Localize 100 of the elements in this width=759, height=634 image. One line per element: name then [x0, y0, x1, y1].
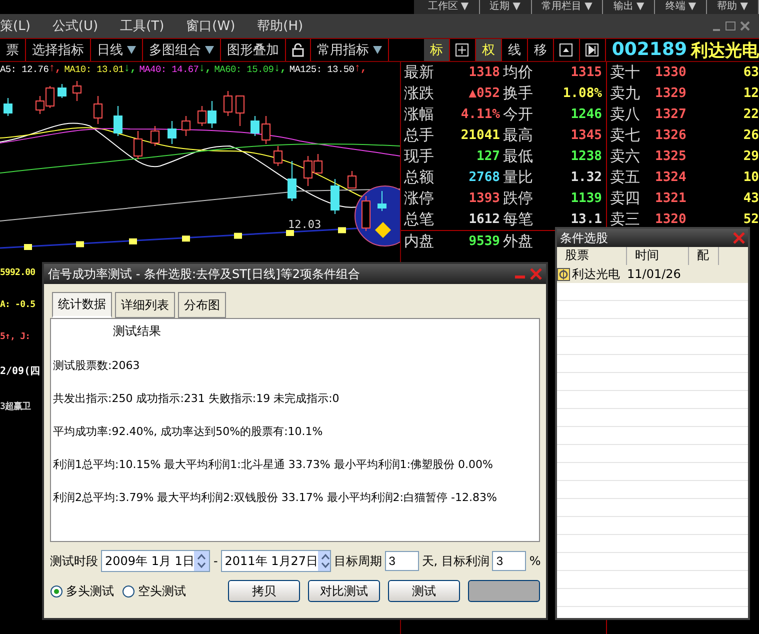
- ma-value: MA60: 15.09: [214, 64, 274, 74]
- quote-label: 换手: [502, 84, 534, 103]
- candlestick: [288, 160, 296, 202]
- quote-value: 21041: [460, 128, 500, 143]
- quote-value: 1238: [570, 149, 602, 164]
- dialog-button[interactable]: 拷贝: [228, 580, 300, 602]
- toolbar-button[interactable]: 选择指标: [26, 39, 91, 61]
- quote-label: 卖六: [609, 147, 641, 166]
- ma-value: A5: 12.76: [0, 64, 49, 74]
- quote-label: 量比: [502, 168, 534, 187]
- chart-label: A: -0.5: [0, 300, 36, 310]
- candlestick: [94, 96, 102, 124]
- quote-value: 1315: [570, 65, 602, 80]
- quote-value: 1246: [570, 107, 602, 122]
- volume-value: 52: [742, 212, 759, 227]
- quote-value: 1326: [655, 128, 688, 143]
- menu-item[interactable]: 帮助(H): [257, 17, 304, 35]
- tab[interactable]: 详细列表: [115, 292, 175, 318]
- result-line: 共发出指示:250 成功指示:231 失败指示:19 未完成指示:0: [53, 391, 340, 406]
- quote-label: 卖五: [609, 168, 641, 187]
- candlestick: [362, 196, 370, 232]
- period-label: 测试时段: [50, 552, 98, 570]
- blank-button[interactable]: [468, 580, 540, 602]
- quote-label: 最低: [502, 147, 534, 166]
- radio-option[interactable]: 空头测试: [122, 582, 186, 600]
- time-cell-text: 11/01/26: [627, 267, 682, 281]
- tab[interactable]: 分布图: [178, 292, 226, 318]
- volume-value: 63: [742, 65, 759, 80]
- next-icon: [585, 43, 600, 57]
- toolbar-button[interactable]: 常用指标: [311, 39, 389, 61]
- volume-value: 12: [742, 86, 759, 101]
- candlestick: [262, 116, 270, 144]
- quote-label: 涨幅: [403, 105, 435, 124]
- window-controls-icon[interactable]: [711, 20, 751, 32]
- profit-input[interactable]: 3: [492, 551, 526, 571]
- spinner-icon[interactable]: [194, 551, 210, 571]
- toolbar-button[interactable]: 图形叠加: [221, 39, 286, 61]
- lock-icon: [292, 43, 304, 57]
- candlestick: [168, 120, 176, 144]
- dialog-button[interactable]: 测试: [388, 580, 460, 602]
- close-icon[interactable]: [530, 268, 542, 280]
- candlestick: [208, 100, 216, 128]
- volume-value: 29: [742, 149, 759, 164]
- menu-item[interactable]: 公式(U): [52, 17, 98, 35]
- quote-value: 1318: [468, 65, 500, 80]
- close-icon[interactable]: [733, 232, 745, 244]
- toolbar-button[interactable]: 日线: [91, 39, 143, 61]
- quote-value: 1.08%: [562, 86, 602, 101]
- trend-arrow: ↓,: [274, 63, 286, 75]
- quote-label: 卖九: [609, 84, 641, 103]
- stock-cell[interactable]: 利达光电: [557, 266, 627, 282]
- date-separator: -: [213, 554, 218, 568]
- quote-value: 4.11%: [460, 107, 500, 122]
- result-line: 测试股票数:2063: [53, 358, 141, 373]
- radio-option[interactable]: 多头测试: [50, 582, 114, 600]
- menu-item[interactable]: 工具(T): [120, 17, 164, 35]
- warning-diamond-icon: [375, 222, 391, 238]
- spinner-icon[interactable]: [318, 551, 330, 571]
- quote-value: 9539: [468, 234, 500, 249]
- caret-icon: [127, 46, 136, 54]
- caret-icon: [373, 46, 382, 54]
- volume-value: 22: [742, 107, 759, 122]
- view-button[interactable]: 权: [476, 39, 502, 61]
- quote-label: 外盘: [502, 232, 534, 251]
- quote-label: 最高: [502, 126, 534, 145]
- ma-value: MA40: 14.67: [139, 64, 199, 74]
- menu-item[interactable]: 窗口(W): [186, 17, 236, 35]
- profit-label: 天, 目标利润: [422, 552, 490, 570]
- quote-label: 涨跌: [403, 84, 435, 103]
- dialog-button[interactable]: 对比测试: [308, 580, 380, 602]
- toolbar-button[interactable]: 多图组合: [143, 39, 221, 61]
- candlestick: [224, 90, 232, 116]
- quote-value: 13.1: [570, 212, 602, 227]
- view-button[interactable]: 标: [424, 39, 450, 61]
- quote-label: 均价: [502, 63, 534, 82]
- date-field[interactable]: 2011年 1月27日: [220, 550, 331, 572]
- quote-value: 1330: [655, 65, 688, 80]
- quote-label: 总笔: [403, 210, 435, 229]
- price-label: 12.03: [288, 218, 322, 231]
- view-button[interactable]: 线: [502, 39, 528, 61]
- toolbar-button[interactable]: 票: [0, 39, 26, 61]
- candlestick: [150, 126, 160, 146]
- candlestick: [46, 86, 54, 108]
- collapse-icon: [559, 43, 574, 57]
- menu-item[interactable]: 策(L): [0, 17, 30, 35]
- result-line: 平均成功率:92.40%, 成功率达到50%的股票有:10.1%: [53, 424, 324, 439]
- quote-value: 1329: [655, 86, 688, 101]
- quote-label: 最新: [403, 63, 435, 82]
- candlestick: [114, 106, 122, 136]
- view-button[interactable]: 移: [528, 39, 554, 61]
- quote-label: 卖八: [609, 105, 641, 124]
- quote-label: 现手: [403, 147, 435, 166]
- date-field[interactable]: 2009年 1月 1日: [101, 550, 210, 572]
- result-heading: 测试结果: [112, 323, 162, 340]
- tab[interactable]: 统计数据: [52, 292, 112, 318]
- coin-icon: [557, 268, 570, 280]
- quote-value: 127: [476, 149, 500, 164]
- cycle-input[interactable]: 3: [384, 551, 419, 571]
- caret-icon: [205, 46, 214, 54]
- quote-label: 涨停: [403, 189, 435, 208]
